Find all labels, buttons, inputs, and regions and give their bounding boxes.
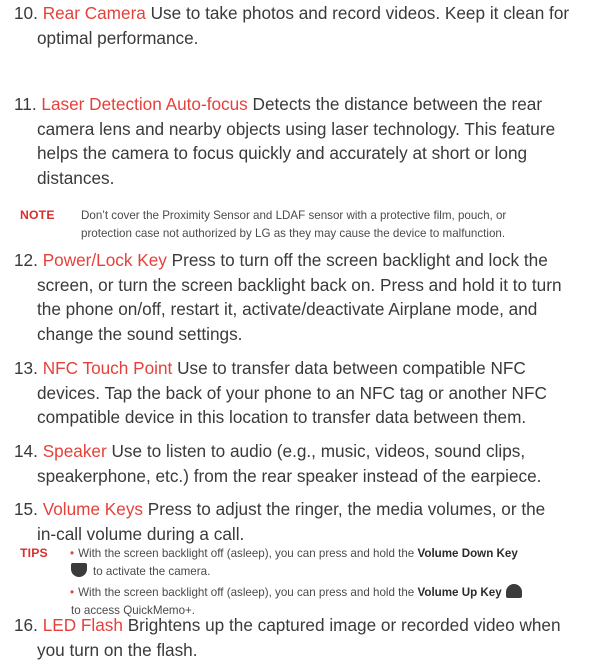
item-text: you turn on the flash.	[14, 638, 610, 662]
item-text: distances.	[14, 166, 610, 191]
item-text: Use to take photos and record videos. Ke…	[146, 3, 569, 23]
list-item-nfc-touch-point: 13. NFC Touch Point Use to transfer data…	[14, 356, 610, 430]
tip-text: to activate the camera.	[93, 565, 210, 578]
tip-text: With the screen backlight off (asleep), …	[78, 547, 417, 560]
bullet-icon: •	[70, 586, 74, 599]
item-text: helps the camera to focus quickly and ac…	[14, 141, 610, 166]
item-term: NFC Touch Point	[43, 358, 173, 378]
item-text: compatible device in this location to tr…	[14, 405, 610, 430]
item-term: Laser Detection Auto-focus	[41, 94, 247, 114]
item-text: Detects the distance between the rear	[248, 94, 542, 114]
item-text: in-call volume during a call.	[14, 522, 610, 547]
volume-up-key-icon	[506, 584, 522, 598]
tip-volume-down: • With the screen backlight off (asleep),…	[70, 545, 518, 580]
item-number: 14.	[14, 441, 38, 461]
item-text: devices. Tap the back of your phone to a…	[14, 381, 610, 406]
item-number: 10.	[14, 3, 38, 23]
item-term: Rear Camera	[43, 3, 146, 23]
item-term: Power/Lock Key	[43, 250, 167, 270]
tips-label: TIPS	[20, 545, 48, 563]
item-text: Press to adjust the ringer, the media vo…	[143, 499, 545, 519]
item-number: 12.	[14, 250, 38, 270]
volume-down-key-icon	[71, 563, 87, 577]
note-label: NOTE	[20, 207, 55, 225]
item-number: 15.	[14, 499, 38, 519]
item-text: Brightens up the captured image or recor…	[123, 615, 561, 635]
list-item-rear-camera: 10. Rear Camera Use to take photos and r…	[14, 1, 610, 50]
item-text: screen, or turn the screen backlight bac…	[14, 273, 610, 298]
item-text: change the sound settings.	[14, 322, 610, 347]
note-line: protection case not authorized by LG as …	[81, 225, 506, 243]
list-item-volume-keys: 15. Volume Keys Press to adjust the ring…	[14, 497, 610, 546]
item-text: Use to listen to audio (e.g., music, vid…	[107, 441, 525, 461]
item-term: LED Flash	[43, 615, 123, 635]
note-line: Don’t cover the Proximity Sensor and LDA…	[81, 207, 506, 225]
tip-text: With the screen backlight off (asleep), …	[78, 586, 417, 599]
item-number: 16.	[14, 615, 38, 635]
list-item-led-flash: 16. LED Flash Brightens up the captured …	[14, 613, 610, 662]
item-term: Volume Keys	[43, 499, 143, 519]
key-name: Volume Up Key	[417, 586, 501, 599]
note-text: Don’t cover the Proximity Sensor and LDA…	[81, 207, 506, 242]
item-text: camera lens and nearby objects using las…	[14, 117, 610, 142]
item-number: 11.	[14, 94, 37, 114]
item-text: Use to transfer data between compatible …	[172, 358, 525, 378]
item-text: the phone on/off, restart it, activate/d…	[14, 297, 610, 322]
item-text: speakerphone, etc.) from the rear speake…	[14, 464, 610, 489]
manual-page: 10. Rear Camera Use to take photos and r…	[0, 0, 615, 660]
list-item-speaker: 14. Speaker Use to listen to audio (e.g.…	[14, 439, 610, 488]
item-number: 13.	[14, 358, 38, 378]
bullet-icon: •	[70, 547, 74, 560]
item-term: Speaker	[43, 441, 107, 461]
list-item-power-lock-key: 12. Power/Lock Key Press to turn off the…	[14, 248, 610, 346]
item-text: optimal performance.	[14, 26, 610, 51]
item-text: Press to turn off the screen backlight a…	[167, 250, 548, 270]
list-item-laser-autofocus: 11. Laser Detection Auto-focus Detects t…	[14, 92, 610, 190]
key-name: Volume Down Key	[417, 547, 517, 560]
